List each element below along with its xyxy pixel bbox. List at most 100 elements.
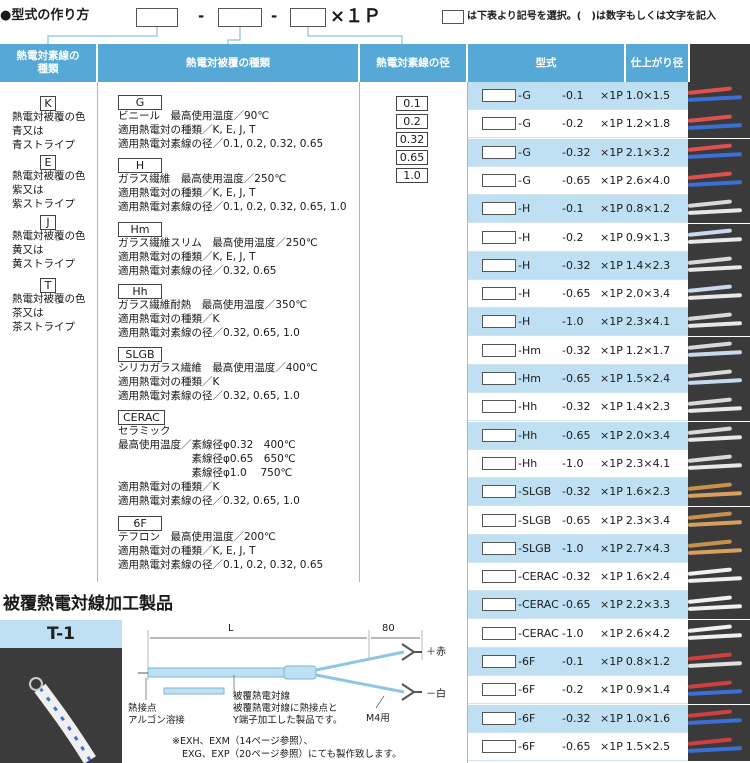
finished-size: 0.8×1.2 <box>625 202 671 216</box>
model-code-text: -SLGB <box>518 513 552 527</box>
model-code-text: -6F <box>518 655 536 668</box>
label-m4: M4用 <box>366 713 390 724</box>
model-code-text: -H <box>518 258 531 272</box>
type-desc: 熱電対被覆の色 茶又は 茶ストライプ <box>12 293 86 333</box>
model-code-text: -G <box>518 117 531 131</box>
model-row: -G -0.2 ×1P 1.2×1.8 <box>468 110 688 139</box>
model-row: -Hh -0.32 ×1P 1.4×2.3 <box>468 393 688 422</box>
wire-strand-1 <box>688 312 732 322</box>
wire-photo <box>688 280 750 309</box>
model-code: -G -0.2 ×1P <box>516 117 623 131</box>
coating-code-hh: Hh <box>118 284 162 299</box>
model-code: -H -0.1 ×1P <box>516 202 623 216</box>
model-code: -SLGB -1.0 ×1P <box>516 541 623 555</box>
model-code: -CERAC -1.0 ×1P <box>516 626 623 640</box>
wire-photo <box>688 82 750 110</box>
coating-code-cerac: CERAC <box>118 410 165 425</box>
wire-photo <box>688 534 750 563</box>
model-code-text: -CERAC <box>518 626 559 640</box>
model-code-text: -CERAC <box>518 598 559 612</box>
header-coating-type: 熱電対被覆の種類 <box>98 44 358 82</box>
model-blank-box <box>482 541 516 555</box>
wire-strand-2 <box>688 434 743 442</box>
model-code: -G -0.32 ×1P <box>516 146 623 159</box>
model-blank-box <box>482 711 516 725</box>
model-code: -6F -0.2 ×1P <box>516 683 623 697</box>
model-code: -Hh -0.32 ×1P <box>516 400 623 413</box>
header-diameter: 熱電対素線の径 <box>360 44 466 82</box>
model-blank-box <box>482 287 516 301</box>
coating-code-6f: 6F <box>118 516 162 531</box>
type-code-K: K <box>40 96 56 111</box>
model-option: -0.65 <box>562 513 591 527</box>
model-option: -0.32 <box>562 258 591 272</box>
wire-strand-2 <box>688 519 743 527</box>
wire-strand-2 <box>688 378 743 385</box>
model-row: -Hh -1.0 ×1P 2.3×4.1 <box>468 450 688 478</box>
coating-line: 適用熱電対の種類／K <box>118 376 220 388</box>
wire-strand-2 <box>688 689 743 697</box>
model-blank-box <box>482 258 516 272</box>
finished-size: 1.5×2.4 <box>625 372 671 385</box>
model-option: -1.0 <box>562 541 584 555</box>
plus-red-label: ＋赤 <box>426 647 446 658</box>
model-blank-box <box>482 598 516 612</box>
wire-strand-2 <box>688 632 743 640</box>
coating-line: 適用熱電対素線の径／0.32, 0.65, 1.0 <box>118 495 300 507</box>
type-code-T: T <box>40 278 56 293</box>
wire-photo <box>688 195 750 224</box>
model-option: -0.32 <box>562 711 591 725</box>
finished-size: 2.6×4.2 <box>625 626 671 640</box>
model-row: -6F -0.1 ×1P 0.8×1.2 <box>468 648 688 676</box>
finished-size: 2.3×4.1 <box>625 456 671 470</box>
model-code: -SLGB -0.65 ×1P <box>516 513 623 527</box>
model-option: -0.2 <box>562 683 584 697</box>
connector-lines <box>47 27 403 44</box>
coating-line: 適用熱電対素線の径／0.1, 0.2, 0.32, 0.65 <box>118 559 324 571</box>
wire-strand-1 <box>688 369 732 378</box>
model-row: -6F -0.65 ×1P 1.5×2.5 <box>468 733 688 761</box>
wire-strand-1 <box>688 143 732 152</box>
wire-photo <box>688 449 750 478</box>
model-code: -CERAC -0.65 ×1P <box>516 598 623 612</box>
model-row: -G -0.65 ×1P 2.6×4.0 <box>468 167 688 195</box>
dim-80: 80 <box>382 623 395 634</box>
finished-size: 1.2×1.8 <box>625 117 671 131</box>
model-option: -0.2 <box>562 230 584 244</box>
wire-strand-1 <box>688 86 732 95</box>
wire-strand-2 <box>688 491 743 499</box>
coating-code-g: G <box>118 95 162 110</box>
wire-strand-1 <box>688 227 732 237</box>
model-code-text: -H <box>518 202 531 216</box>
model-option: -0.65 <box>562 372 591 385</box>
wire-strand-1 <box>688 680 732 690</box>
model-blank-box <box>482 739 516 753</box>
model-option: -0.65 <box>562 739 591 753</box>
model-option: -0.65 <box>562 428 591 442</box>
model-option: -0.1 <box>562 655 584 668</box>
header-wire-type: 熱電対素線の 種類 <box>0 44 96 82</box>
wire-photo <box>688 421 750 450</box>
finished-size: 2.6×4.0 <box>625 173 671 187</box>
label-junction: 熱接点 アルゴン溶接 <box>128 703 185 726</box>
wire-photo <box>688 619 750 648</box>
model-code: -H -1.0 ×1P <box>516 315 623 328</box>
model-code-text: -Hm <box>518 372 541 385</box>
model-blank-box <box>482 428 516 442</box>
model-blank-box <box>482 343 516 357</box>
model-code: -H -0.32 ×1P <box>516 258 623 272</box>
model-row: -SLGB -1.0 ×1P 2.7×4.3 <box>468 534 688 563</box>
wire-photo <box>688 704 750 733</box>
finished-size: 1.2×1.7 <box>625 343 671 357</box>
product-code-bar: T-1 <box>0 620 122 648</box>
model-row: -CERAC -1.0 ×1P 2.6×4.2 <box>468 620 688 648</box>
wire-strand-2 <box>688 180 743 187</box>
coating-line: ビニール 最高使用温度／90℃ <box>118 110 270 122</box>
model-row: -H -0.1 ×1P 0.8×1.2 <box>468 195 688 224</box>
type-desc: 熱電対被覆の色 紫又は 紫ストライプ <box>12 170 86 210</box>
model-option: -0.65 <box>562 598 591 612</box>
model-code-text: -SLGB <box>518 541 552 555</box>
model-code: -G -0.65 ×1P <box>516 174 623 187</box>
model-blank-box <box>482 117 516 131</box>
finished-size: 0.9×1.4 <box>625 683 671 697</box>
